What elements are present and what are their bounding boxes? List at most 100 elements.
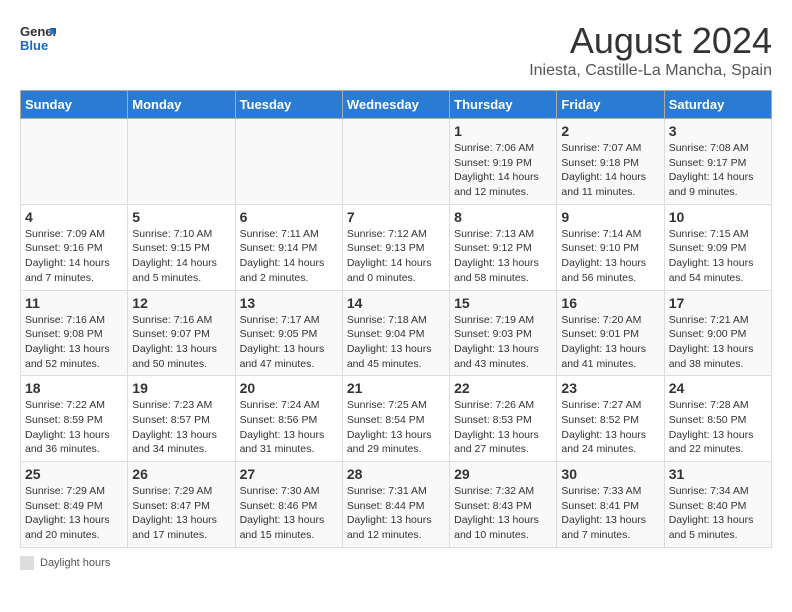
calendar-week-row: 4Sunrise: 7:09 AM Sunset: 9:16 PM Daylig… xyxy=(21,204,772,290)
calendar-cell: 13 Sunrise: 7:17 AM Sunset: 9:05 PM Dayli… xyxy=(235,290,342,376)
calendar-cell: 26 Sunrise: 7:29 AM Sunset: 8:47 PM Dayli… xyxy=(128,462,235,548)
calendar-week-row: 18Sunrise: 7:22 AM Sunset: 8:59 PM Dayli… xyxy=(21,376,772,462)
day-info: Sunrise: 7:23 AM Sunset: 8:57 PM Dayligh… xyxy=(132,398,230,457)
day-number: 11 xyxy=(25,295,123,311)
calendar-cell: 7 Sunrise: 7:12 AM Sunset: 9:13 PM Daylig… xyxy=(342,204,449,290)
calendar-cell xyxy=(235,119,342,205)
day-info: Sunrise: 7:26 AM Sunset: 8:53 PM Dayligh… xyxy=(454,398,552,457)
day-info: Sunrise: 7:09 AM Sunset: 9:16 PM Dayligh… xyxy=(25,227,123,286)
calendar-cell: 17 Sunrise: 7:21 AM Sunset: 9:00 PM Dayli… xyxy=(664,290,771,376)
calendar-cell: 21 Sunrise: 7:25 AM Sunset: 8:54 PM Dayli… xyxy=(342,376,449,462)
daylight-box xyxy=(20,556,34,570)
day-info: Sunrise: 7:33 AM Sunset: 8:41 PM Dayligh… xyxy=(561,484,659,543)
day-number: 22 xyxy=(454,380,552,396)
calendar-day-header: Wednesday xyxy=(342,91,449,119)
calendar-week-row: 1Sunrise: 7:06 AM Sunset: 9:19 PM Daylig… xyxy=(21,119,772,205)
day-number: 5 xyxy=(132,209,230,225)
day-number: 6 xyxy=(240,209,338,225)
day-number: 25 xyxy=(25,466,123,482)
day-info: Sunrise: 7:17 AM Sunset: 9:05 PM Dayligh… xyxy=(240,313,338,372)
logo: General Blue xyxy=(20,20,56,61)
calendar-cell: 29Sunrise: 7:32 AM Sunset: 8:43 PM Dayli… xyxy=(450,462,557,548)
day-number: 3 xyxy=(669,123,767,139)
calendar-cell: 14Sunrise: 7:18 AM Sunset: 9:04 PM Dayli… xyxy=(342,290,449,376)
calendar-cell: 18Sunrise: 7:22 AM Sunset: 8:59 PM Dayli… xyxy=(21,376,128,462)
calendar-day-header: Thursday xyxy=(450,91,557,119)
calendar-cell: 27 Sunrise: 7:30 AM Sunset: 8:46 PM Dayli… xyxy=(235,462,342,548)
day-number: 31 xyxy=(669,466,767,482)
calendar-cell: 4Sunrise: 7:09 AM Sunset: 9:16 PM Daylig… xyxy=(21,204,128,290)
calendar-title: August 2024 xyxy=(529,20,772,62)
calendar-cell: 6 Sunrise: 7:11 AM Sunset: 9:14 PM Daylig… xyxy=(235,204,342,290)
calendar-week-row: 11 Sunrise: 7:16 AM Sunset: 9:08 PM Dayli… xyxy=(21,290,772,376)
day-number: 21 xyxy=(347,380,445,396)
calendar-cell: 3 Sunrise: 7:08 AM Sunset: 9:17 PM Daylig… xyxy=(664,119,771,205)
day-info: Sunrise: 7:19 AM Sunset: 9:03 PM Dayligh… xyxy=(454,313,552,372)
day-number: 8 xyxy=(454,209,552,225)
day-info: Sunrise: 7:06 AM Sunset: 9:19 PM Dayligh… xyxy=(454,141,552,200)
calendar-cell: 12Sunrise: 7:16 AM Sunset: 9:07 PM Dayli… xyxy=(128,290,235,376)
day-info: Sunrise: 7:07 AM Sunset: 9:18 PM Dayligh… xyxy=(561,141,659,200)
calendar-day-header: Tuesday xyxy=(235,91,342,119)
day-info: Sunrise: 7:30 AM Sunset: 8:46 PM Dayligh… xyxy=(240,484,338,543)
day-number: 7 xyxy=(347,209,445,225)
day-number: 14 xyxy=(347,295,445,311)
calendar-cell: 11 Sunrise: 7:16 AM Sunset: 9:08 PM Dayli… xyxy=(21,290,128,376)
day-info: Sunrise: 7:29 AM Sunset: 8:47 PM Dayligh… xyxy=(132,484,230,543)
calendar-cell: 23 Sunrise: 7:27 AM Sunset: 8:52 PM Dayli… xyxy=(557,376,664,462)
day-info: Sunrise: 7:20 AM Sunset: 9:01 PM Dayligh… xyxy=(561,313,659,372)
day-info: Sunrise: 7:31 AM Sunset: 8:44 PM Dayligh… xyxy=(347,484,445,543)
footer-note: Daylight hours xyxy=(20,556,772,570)
calendar-table: SundayMondayTuesdayWednesdayThursdayFrid… xyxy=(20,90,772,548)
day-number: 29 xyxy=(454,466,552,482)
day-info: Sunrise: 7:29 AM Sunset: 8:49 PM Dayligh… xyxy=(25,484,123,543)
day-info: Sunrise: 7:25 AM Sunset: 8:54 PM Dayligh… xyxy=(347,398,445,457)
day-info: Sunrise: 7:10 AM Sunset: 9:15 PM Dayligh… xyxy=(132,227,230,286)
day-number: 10 xyxy=(669,209,767,225)
day-number: 20 xyxy=(240,380,338,396)
calendar-day-header: Monday xyxy=(128,91,235,119)
calendar-cell: 24Sunrise: 7:28 AM Sunset: 8:50 PM Dayli… xyxy=(664,376,771,462)
day-info: Sunrise: 7:27 AM Sunset: 8:52 PM Dayligh… xyxy=(561,398,659,457)
calendar-cell xyxy=(21,119,128,205)
day-info: Sunrise: 7:12 AM Sunset: 9:13 PM Dayligh… xyxy=(347,227,445,286)
calendar-cell: 22 Sunrise: 7:26 AM Sunset: 8:53 PM Dayli… xyxy=(450,376,557,462)
day-number: 23 xyxy=(561,380,659,396)
day-info: Sunrise: 7:14 AM Sunset: 9:10 PM Dayligh… xyxy=(561,227,659,286)
day-number: 2 xyxy=(561,123,659,139)
page-header: General Blue August 2024 Iniesta, Castil… xyxy=(20,20,772,80)
calendar-cell: 20 Sunrise: 7:24 AM Sunset: 8:56 PM Dayli… xyxy=(235,376,342,462)
day-info: Sunrise: 7:21 AM Sunset: 9:00 PM Dayligh… xyxy=(669,313,767,372)
calendar-day-header: Friday xyxy=(557,91,664,119)
logo-graphic: General Blue xyxy=(20,20,56,61)
day-info: Sunrise: 7:28 AM Sunset: 8:50 PM Dayligh… xyxy=(669,398,767,457)
calendar-cell: 25 Sunrise: 7:29 AM Sunset: 8:49 PM Dayli… xyxy=(21,462,128,548)
day-info: Sunrise: 7:34 AM Sunset: 8:40 PM Dayligh… xyxy=(669,484,767,543)
day-info: Sunrise: 7:11 AM Sunset: 9:14 PM Dayligh… xyxy=(240,227,338,286)
day-number: 27 xyxy=(240,466,338,482)
calendar-day-header: Saturday xyxy=(664,91,771,119)
day-number: 13 xyxy=(240,295,338,311)
day-info: Sunrise: 7:08 AM Sunset: 9:17 PM Dayligh… xyxy=(669,141,767,200)
day-info: Sunrise: 7:16 AM Sunset: 9:08 PM Dayligh… xyxy=(25,313,123,372)
day-info: Sunrise: 7:16 AM Sunset: 9:07 PM Dayligh… xyxy=(132,313,230,372)
calendar-day-header: Sunday xyxy=(21,91,128,119)
day-info: Sunrise: 7:13 AM Sunset: 9:12 PM Dayligh… xyxy=(454,227,552,286)
day-info: Sunrise: 7:15 AM Sunset: 9:09 PM Dayligh… xyxy=(669,227,767,286)
calendar-cell: 30Sunrise: 7:33 AM Sunset: 8:41 PM Dayli… xyxy=(557,462,664,548)
day-number: 15 xyxy=(454,295,552,311)
day-number: 19 xyxy=(132,380,230,396)
calendar-cell: 28Sunrise: 7:31 AM Sunset: 8:44 PM Dayli… xyxy=(342,462,449,548)
svg-text:Blue: Blue xyxy=(20,38,48,53)
day-number: 17 xyxy=(669,295,767,311)
calendar-header-row: SundayMondayTuesdayWednesdayThursdayFrid… xyxy=(21,91,772,119)
calendar-cell: 2 Sunrise: 7:07 AM Sunset: 9:18 PM Daylig… xyxy=(557,119,664,205)
day-number: 26 xyxy=(132,466,230,482)
calendar-cell xyxy=(342,119,449,205)
calendar-cell: 16Sunrise: 7:20 AM Sunset: 9:01 PM Dayli… xyxy=(557,290,664,376)
calendar-cell xyxy=(128,119,235,205)
day-info: Sunrise: 7:24 AM Sunset: 8:56 PM Dayligh… xyxy=(240,398,338,457)
calendar-cell: 9Sunrise: 7:14 AM Sunset: 9:10 PM Daylig… xyxy=(557,204,664,290)
calendar-cell: 10 Sunrise: 7:15 AM Sunset: 9:09 PM Dayli… xyxy=(664,204,771,290)
title-area: August 2024 Iniesta, Castille-La Mancha,… xyxy=(529,20,772,80)
